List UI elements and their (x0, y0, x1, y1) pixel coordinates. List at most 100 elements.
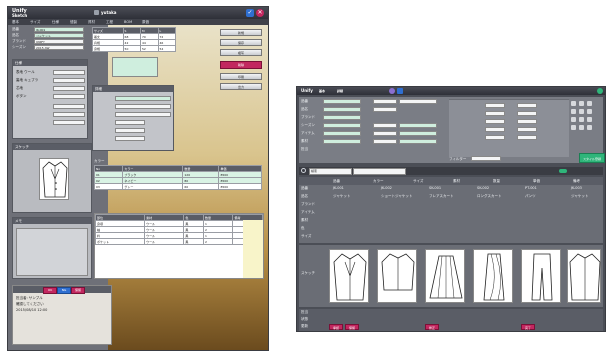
edit-icon[interactable] (587, 109, 592, 114)
edit-icon[interactable] (587, 117, 592, 122)
style-sketch-jacket[interactable] (329, 249, 369, 303)
status-tag[interactable]: 完了 (521, 324, 535, 330)
edit-icon[interactable] (587, 125, 592, 130)
detail-field[interactable] (115, 136, 145, 141)
form-field[interactable] (323, 99, 361, 104)
confirm-check-icon[interactable]: ✓ (246, 9, 254, 17)
document-icon[interactable] (397, 88, 403, 94)
jacket-sketch-image[interactable] (39, 158, 69, 200)
product-code-field[interactable]: JK-001 (34, 27, 84, 32)
size-cell[interactable]: 54 (157, 45, 176, 52)
form-field[interactable] (323, 139, 361, 144)
menu-item[interactable]: 基本 (12, 20, 19, 25)
edit-icon[interactable] (579, 117, 584, 122)
size-cell[interactable]: 52 (140, 45, 159, 52)
edit-icon[interactable] (571, 125, 576, 130)
close-icon[interactable]: ✕ (256, 9, 264, 17)
detail-field[interactable] (115, 120, 145, 125)
search-input[interactable]: 検索 (309, 168, 352, 175)
style-code[interactable]: SK-002 (477, 186, 489, 190)
spec-extra-field[interactable] (53, 104, 85, 109)
memo-textarea[interactable] (16, 228, 88, 276)
detail-field[interactable] (115, 112, 171, 117)
form-field[interactable] (323, 107, 361, 112)
edit-icon[interactable] (587, 101, 592, 106)
table-row[interactable]: 03 グレー 60 8500 (93, 183, 262, 190)
style-code[interactable]: JK-002 (381, 186, 392, 190)
style-code[interactable]: PT-001 (525, 186, 537, 190)
search-icon[interactable] (301, 168, 306, 173)
toggle-icon[interactable] (559, 169, 567, 173)
grid-field[interactable] (485, 103, 505, 108)
chat-tag-hold[interactable]: 保留 (71, 287, 85, 294)
search-field-2[interactable] (353, 168, 406, 175)
chat-tag-ok[interactable]: OK (43, 287, 57, 294)
form-field[interactable] (323, 123, 361, 128)
form-field[interactable] (373, 107, 397, 112)
style-code[interactable]: JK-001 (333, 186, 344, 190)
material-field[interactable] (53, 70, 85, 75)
new-button[interactable]: 新規 (220, 29, 262, 36)
grid-field[interactable] (485, 135, 505, 140)
menu-item[interactable]: 縫製 (70, 20, 77, 25)
material-field[interactable] (53, 94, 85, 99)
product-name-field[interactable]: ジャケット (34, 33, 84, 38)
grid-field[interactable] (517, 135, 537, 140)
detail-field[interactable] (115, 128, 145, 133)
style-sketch-jacket-2[interactable] (567, 249, 601, 303)
edit-icon[interactable] (579, 125, 584, 130)
style-sketch-pants[interactable] (521, 249, 561, 303)
table-row[interactable]: ポケット ウール 黒 2 (94, 238, 263, 245)
form-field[interactable] (399, 123, 437, 128)
form-field[interactable] (323, 131, 361, 136)
form-field[interactable] (373, 131, 397, 136)
edit-icon[interactable] (571, 101, 576, 106)
style-sketch-short-jacket[interactable] (377, 249, 417, 303)
edit-icon[interactable] (571, 109, 576, 114)
detail-field[interactable] (115, 96, 171, 101)
user-icon[interactable] (94, 10, 99, 15)
form-field[interactable] (373, 123, 397, 128)
season-field[interactable]: 2015 AW (34, 45, 84, 50)
export-button[interactable]: 出力 (220, 83, 262, 90)
form-field[interactable] (399, 99, 437, 104)
filter-select[interactable] (471, 156, 501, 161)
edit-icon[interactable] (571, 117, 576, 122)
menu-item[interactable]: 仕様 (52, 20, 59, 25)
style-code[interactable]: JK-003 (571, 186, 582, 190)
menu-item[interactable]: BOM (124, 20, 132, 24)
style-register-button[interactable]: スタイル登録 (579, 153, 605, 163)
form-field[interactable] (399, 131, 437, 136)
spec-extra-field[interactable] (53, 112, 85, 117)
save-button[interactable]: 保存 (220, 39, 262, 46)
header-tab[interactable]: 基本 (319, 89, 325, 93)
status-tag[interactable]: 保留 (345, 324, 359, 330)
edit-icon[interactable] (579, 101, 584, 106)
grid-field[interactable] (517, 127, 537, 132)
spec-extra-field[interactable] (53, 120, 85, 125)
detail-field[interactable] (115, 104, 171, 109)
edit-icon[interactable] (579, 109, 584, 114)
chat-tag-ng[interactable]: NG (57, 287, 71, 294)
menu-item[interactable]: 資材 (88, 20, 95, 25)
form-field[interactable] (373, 99, 397, 104)
close-icon[interactable] (597, 88, 603, 94)
style-code[interactable]: SK-001 (429, 186, 441, 190)
form-field[interactable] (399, 139, 437, 144)
grid-field[interactable] (517, 111, 537, 116)
grid-field[interactable] (517, 103, 537, 108)
style-sketch-long-skirt[interactable] (473, 249, 513, 303)
delete-button[interactable]: 削除 (220, 61, 262, 69)
grid-field[interactable] (485, 111, 505, 116)
copy-button[interactable]: 複写 (220, 49, 262, 56)
size-cell[interactable]: 50 (122, 45, 142, 52)
material-field[interactable] (53, 78, 85, 83)
print-button[interactable]: 印刷 (220, 73, 262, 80)
header-tab[interactable]: 詳細 (337, 89, 343, 93)
grid-field[interactable] (485, 127, 505, 132)
status-tag[interactable]: 承認 (329, 324, 343, 330)
status-tag[interactable]: 修正 (425, 324, 439, 330)
user-name[interactable]: yutaka (101, 10, 116, 15)
grid-field[interactable] (517, 119, 537, 124)
menu-item[interactable]: サイズ (30, 20, 40, 25)
